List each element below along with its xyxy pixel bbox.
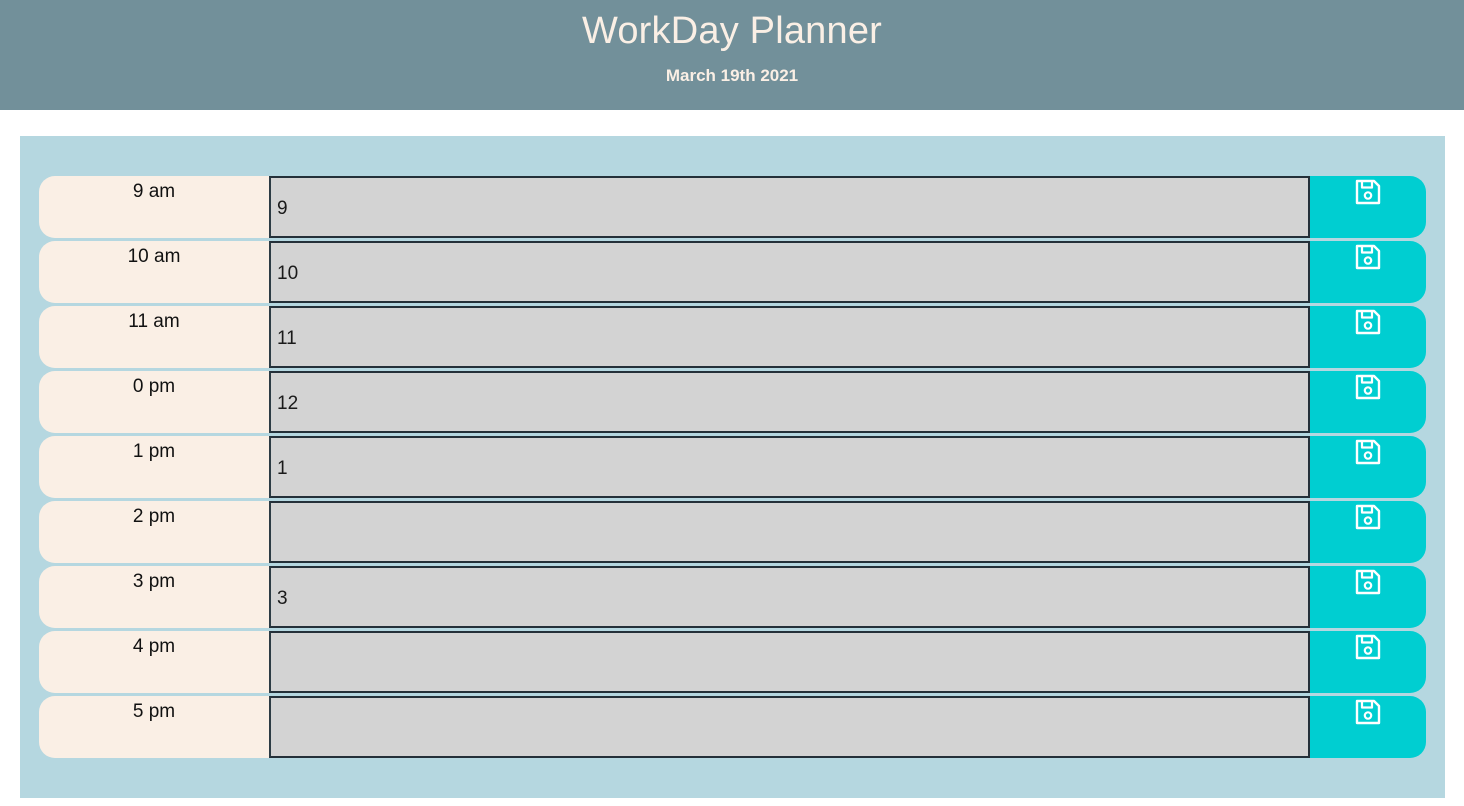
save-button[interactable] (1310, 176, 1426, 238)
time-block-row: 3 pm 3 (39, 566, 1426, 628)
hour-label: 10 am (39, 241, 269, 303)
save-button[interactable] (1310, 241, 1426, 303)
floppy-disk-icon (1355, 569, 1381, 595)
hour-label: 9 am (39, 176, 269, 238)
floppy-disk-icon (1355, 439, 1381, 465)
event-description-input[interactable]: 12 (269, 371, 1310, 433)
time-block-list: 9 am 9 10 am 10 11 am 11 0 pm 12 1 pm 1 … (39, 176, 1426, 761)
event-description-input[interactable]: 3 (269, 566, 1310, 628)
hour-label: 5 pm (39, 696, 269, 758)
floppy-disk-icon (1355, 374, 1381, 400)
event-description-input[interactable] (269, 501, 1310, 563)
hour-label: 1 pm (39, 436, 269, 498)
hour-label: 0 pm (39, 371, 269, 433)
save-button[interactable] (1310, 371, 1426, 433)
time-block-row: 10 am 10 (39, 241, 1426, 303)
floppy-disk-icon (1355, 504, 1381, 530)
time-block-row: 11 am 11 (39, 306, 1426, 368)
event-description-input[interactable] (269, 696, 1310, 758)
save-button[interactable] (1310, 306, 1426, 368)
planner-container: 9 am 9 10 am 10 11 am 11 0 pm 12 1 pm 1 … (20, 136, 1445, 798)
floppy-disk-icon (1355, 309, 1381, 335)
event-description-input[interactable] (269, 631, 1310, 693)
time-block-row: 5 pm (39, 696, 1426, 758)
time-block-row: 0 pm 12 (39, 371, 1426, 433)
page-header: WorkDay Planner March 19th 2021 (0, 0, 1464, 110)
page-title: WorkDay Planner (581, 10, 883, 52)
event-description-input[interactable]: 1 (269, 436, 1310, 498)
time-block-row: 1 pm 1 (39, 436, 1426, 498)
floppy-disk-icon (1355, 244, 1381, 270)
save-button[interactable] (1310, 696, 1426, 758)
hour-label: 3 pm (39, 566, 269, 628)
save-button[interactable] (1310, 566, 1426, 628)
hour-label: 2 pm (39, 501, 269, 563)
current-date: March 19th 2021 (665, 66, 799, 85)
floppy-disk-icon (1355, 634, 1381, 660)
hour-label: 11 am (39, 306, 269, 368)
event-description-input[interactable]: 10 (269, 241, 1310, 303)
time-block-row: 4 pm (39, 631, 1426, 693)
save-button[interactable] (1310, 436, 1426, 498)
hour-label: 4 pm (39, 631, 269, 693)
event-description-input[interactable]: 11 (269, 306, 1310, 368)
save-button[interactable] (1310, 501, 1426, 563)
floppy-disk-icon (1355, 179, 1381, 205)
save-button[interactable] (1310, 631, 1426, 693)
event-description-input[interactable]: 9 (269, 176, 1310, 238)
time-block-row: 2 pm (39, 501, 1426, 563)
floppy-disk-icon (1355, 699, 1381, 725)
time-block-row: 9 am 9 (39, 176, 1426, 238)
